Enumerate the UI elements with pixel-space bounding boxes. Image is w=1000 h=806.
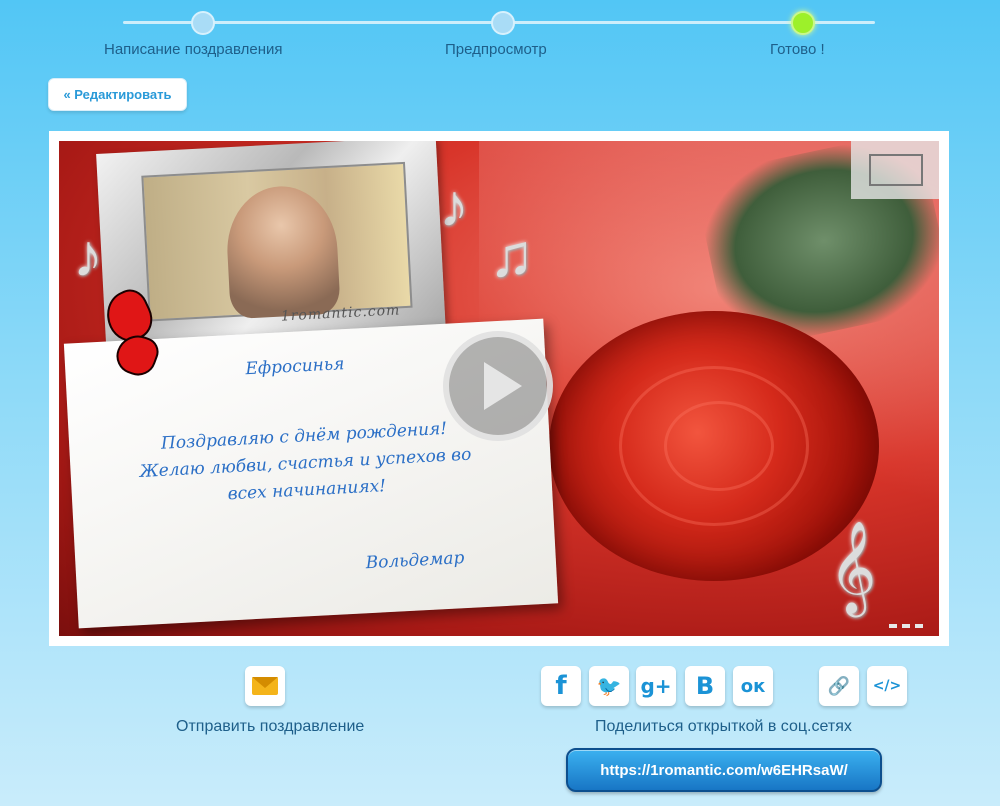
rose-petal [664, 401, 774, 491]
treble-clef-icon: 𝄞 [829, 522, 877, 611]
greeting-message: Поздравляю с днём рождения! Желаю любви,… [139, 418, 472, 505]
odnoklassniki-share-button[interactable]: ок [733, 666, 773, 706]
step-label-done: Готово ! [770, 41, 825, 58]
sender-name: Вольдемар [365, 548, 465, 574]
butterfly-icon [98, 284, 167, 391]
link-share-button[interactable]: 🔗 [819, 666, 859, 706]
photo-person [224, 183, 341, 320]
music-note-icon: ♪ [73, 222, 103, 289]
greeting-card: ♪ ♪ ♫ 𝄞 1romantic.com Ефросинья Поздравл… [59, 141, 939, 636]
progress-steps: Написание поздравления Предпросмотр Гото… [0, 0, 1000, 70]
step-label-preview: Предпросмотр [445, 41, 547, 58]
vkontakte-share-button[interactable]: B [685, 666, 725, 706]
recipient-name: Ефросинья [244, 354, 345, 380]
google-plus-share-button[interactable]: g+ [636, 666, 676, 706]
card-url-button[interactable]: https://1romantic.com/w6EHRsaW/ [566, 748, 882, 792]
envelope-flap [252, 677, 278, 688]
fullscreen-icon [869, 154, 923, 186]
recipient-photo [141, 161, 413, 322]
edit-button[interactable]: « Редактировать [48, 78, 187, 111]
step-dot-preview [491, 11, 515, 35]
play-triangle [484, 362, 522, 410]
envelope-body [252, 677, 278, 695]
share-label: Поделиться открыткой в соц.сетях [595, 718, 852, 735]
fullscreen-button[interactable] [851, 141, 939, 199]
send-greeting-label[interactable]: Отправить поздравление [176, 718, 364, 736]
music-note-icon: ♪ [439, 172, 469, 239]
facebook-share-button[interactable]: f [541, 666, 581, 706]
card-frame: ♪ ♪ ♫ 𝄞 1romantic.com Ефросинья Поздравл… [49, 131, 949, 646]
more-icon[interactable] [889, 624, 923, 628]
envelope-icon[interactable] [245, 666, 285, 706]
music-note-icon: ♫ [489, 222, 534, 289]
play-icon[interactable] [443, 331, 553, 441]
step-dot-write [191, 11, 215, 35]
embed-code-button[interactable]: </> [867, 666, 907, 706]
step-dot-done [791, 11, 815, 35]
step-label-write: Написание поздравления [104, 41, 283, 58]
twitter-share-button[interactable]: 🐦 [589, 666, 629, 706]
